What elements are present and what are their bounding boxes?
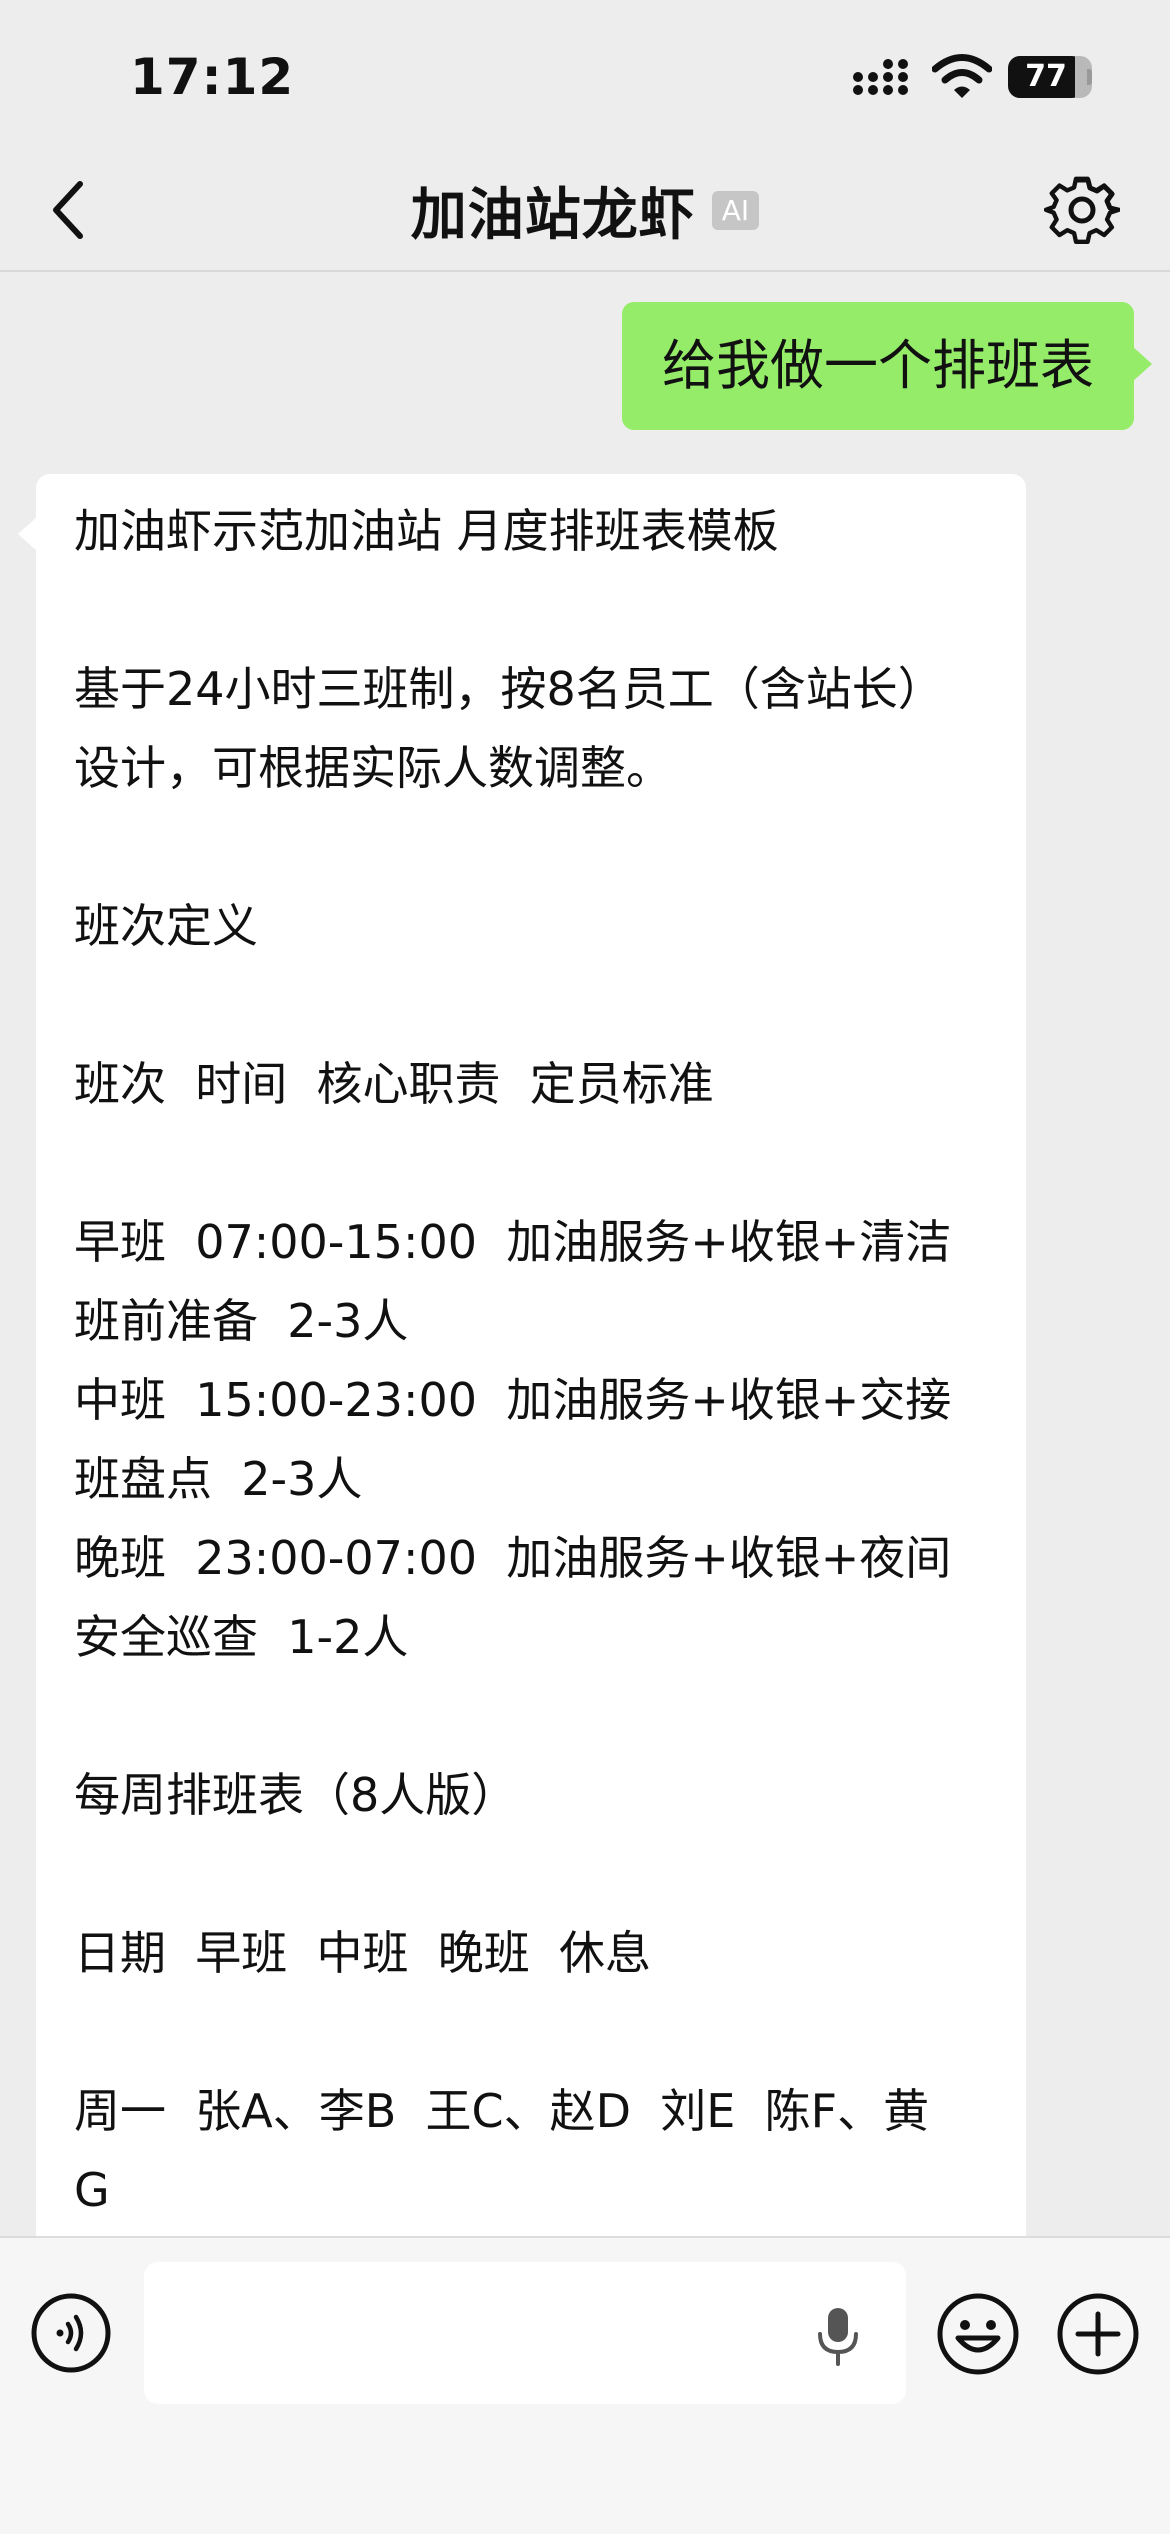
message-line: 中班 15:00-23:00 加油服务+收银+交接 (74, 1373, 952, 1427)
message-line: 班次定义 (74, 899, 258, 953)
bot-message-bubble[interactable]: 加油虾示范加油站 月度排班表模板基于24小时三班制，按8名员工（含站长） 设计，可… (18, 474, 1026, 2236)
bot-message-text: 加油虾示范加油站 月度排班表模板基于24小时三班制，按8名员工（含站长） 设计，可… (74, 492, 990, 2230)
message-line: 安全巡查 1-2人 (74, 1610, 409, 1664)
chat-area[interactable]: 给我做一个排班表 加油虾示范加油站 月度排班表模板基于24小时三班制，按8名员工… (0, 272, 1170, 2236)
message-line: 班前准备 2-3人 (74, 1294, 409, 1348)
gear-icon[interactable] (1044, 172, 1120, 248)
message-line (74, 571, 990, 650)
message-line (74, 1993, 990, 2072)
message-line (74, 1677, 990, 1756)
plus-icon[interactable] (1056, 2292, 1140, 2376)
message-line: 加油虾示范加油站 月度排班表模板 (74, 504, 779, 558)
nav-title-wrap: 加油站龙虾 AI (0, 150, 1170, 270)
bubble-tail (18, 516, 38, 552)
message-input[interactable] (144, 2262, 906, 2404)
message-line: 设计，可根据实际人数调整。 (74, 741, 672, 795)
message-line (74, 966, 990, 1045)
message-line: 基于24小时三班制，按8名员工（含站长） (74, 662, 944, 716)
nav-bar: 加油站龙虾 AI (0, 150, 1170, 272)
message-line: 班次 时间 核心职责 定员标准 (74, 1057, 714, 1111)
bubble-tail (1132, 346, 1152, 382)
message-line: 班盘点 2-3人 (74, 1452, 363, 1506)
wifi-icon (932, 54, 992, 98)
cellular-signal-icon (853, 59, 908, 95)
page-title: 加油站龙虾 (410, 182, 696, 248)
message-line (74, 808, 990, 887)
emoji-icon[interactable] (936, 2292, 1020, 2376)
message-line: 晚班 23:00-07:00 加油服务+收银+夜间 (74, 1531, 952, 1585)
user-message-bubble[interactable]: 给我做一个排班表 (622, 302, 1152, 430)
message-line: 日期 早班 中班 晚班 休息 (74, 1926, 651, 1980)
input-bar (0, 2236, 1170, 2534)
microphone-icon[interactable] (808, 2304, 868, 2368)
user-message-text: 给我做一个排班表 (662, 334, 1094, 397)
ai-badge: AI (711, 190, 760, 230)
message-line: 周一 张A、李B 王C、赵D 刘E 陈F、黄 (74, 2084, 930, 2138)
battery-percent: 77 (1025, 59, 1067, 94)
status-bar: 17:12 77 (0, 0, 1170, 150)
status-time: 17:12 (130, 48, 295, 106)
voice-icon[interactable] (30, 2292, 112, 2374)
message-line: 每周排班表（8人版） (74, 1768, 518, 1822)
message-line: 早班 07:00-15:00 加油服务+收银+清洁 (74, 1215, 952, 1269)
battery-indicator: 77 (1008, 56, 1092, 98)
message-line: G (74, 2163, 110, 2217)
message-line (74, 1835, 990, 1914)
message-line (74, 1124, 990, 1203)
